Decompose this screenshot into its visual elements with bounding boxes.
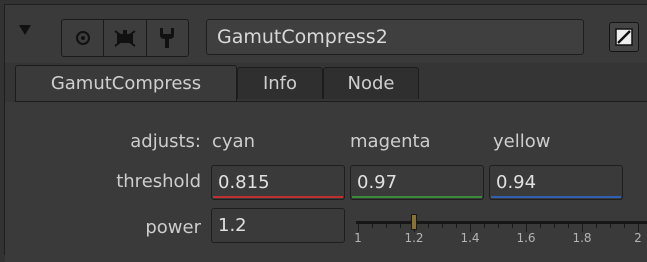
column-header-cyan: cyan	[212, 131, 255, 152]
power-label: power	[145, 217, 201, 238]
yellow-underline	[491, 196, 621, 198]
threshold-yellow-input[interactable]: 0.94	[489, 165, 623, 200]
threshold-cyan-input[interactable]: 0.815	[211, 165, 345, 200]
tab-gamutcompress[interactable]: GamutCompress	[15, 65, 237, 101]
tab-bar: GamutCompress Info Node	[15, 65, 419, 101]
slider-tick	[568, 224, 569, 228]
slider-tick	[540, 224, 541, 228]
power-input[interactable]: 1.2	[211, 208, 345, 243]
slider-tick-label: 1.8	[572, 231, 592, 245]
edit-icon[interactable]	[609, 22, 639, 52]
slider-tick	[596, 224, 597, 228]
threshold-magenta-value: 0.97	[357, 172, 398, 193]
slider-tick	[400, 224, 401, 228]
tab-info[interactable]: Info	[237, 67, 323, 99]
power-slider[interactable]: 1 1.2 1.4 1.6 1.8 2	[354, 211, 647, 255]
node-properties-panel: GamutCompress2 GamutCompress Info Node a…	[4, 4, 647, 262]
column-header-magenta: magenta	[350, 131, 431, 152]
threshold-cyan-value: 0.815	[218, 172, 270, 193]
slider-tick	[428, 224, 429, 228]
slider-tick-label: 1	[354, 231, 362, 245]
threshold-label: threshold	[116, 171, 201, 192]
slider-tick	[484, 224, 485, 228]
threshold-yellow-value: 0.94	[496, 172, 537, 193]
disable-icon[interactable]	[104, 20, 147, 56]
slider-tick	[456, 224, 457, 228]
threshold-magenta-input[interactable]: 0.97	[350, 165, 484, 200]
slider-handle[interactable]	[411, 214, 417, 230]
slider-tick-label: 1.4	[460, 231, 480, 245]
slider-tick	[624, 224, 625, 228]
node-icon-toolbar	[61, 19, 189, 57]
slider-tick	[554, 224, 555, 228]
panel-header: GamutCompress2	[5, 5, 647, 63]
slider-tick	[372, 224, 373, 228]
collapse-triangle-icon[interactable]	[19, 25, 31, 35]
slider-tick	[386, 224, 387, 228]
slider-tick-label: 1.6	[516, 231, 536, 245]
slider-tick	[442, 224, 443, 228]
cyan-underline	[213, 196, 343, 198]
slider-tick-label: 2	[634, 231, 642, 245]
settings-wrench-icon[interactable]	[147, 20, 188, 56]
node-name-input[interactable]: GamutCompress2	[206, 19, 584, 55]
adjusts-label: adjusts:	[130, 131, 201, 152]
slider-tick	[610, 224, 611, 228]
slider-tick	[498, 224, 499, 228]
magenta-underline	[352, 196, 482, 198]
slider-tick	[512, 224, 513, 228]
column-header-yellow: yellow	[493, 131, 551, 152]
viewer-icon[interactable]	[62, 20, 105, 56]
slider-tick-label: 1.2	[404, 231, 424, 245]
tab-node[interactable]: Node	[323, 67, 419, 99]
